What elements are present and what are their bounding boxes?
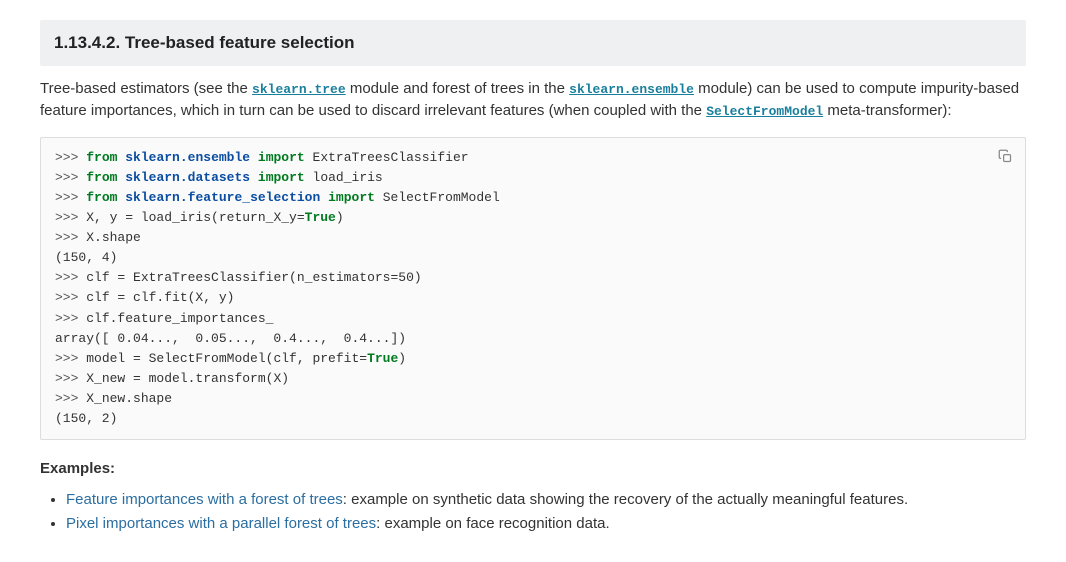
intro-text: Tree-based estimators (see the (40, 80, 252, 97)
list-item: Feature importances with a forest of tre… (66, 489, 1026, 512)
example-desc: : example on synthetic data showing the … (343, 491, 908, 508)
code-block: >>> from sklearn.ensemble import ExtraTr… (40, 137, 1026, 441)
section-heading: 1.13.4.2. Tree-based feature selection (40, 20, 1026, 66)
copy-button[interactable] (993, 146, 1017, 170)
example-desc: : example on face recognition data. (376, 515, 609, 532)
intro-text: module and forest of trees in the (346, 80, 569, 97)
intro-paragraph: Tree-based estimators (see the sklearn.t… (40, 78, 1026, 123)
copy-icon (998, 149, 1013, 167)
list-item: Pixel importances with a parallel forest… (66, 513, 1026, 536)
examples-label: Examples: (40, 458, 1026, 481)
example-link-pixel-importances[interactable]: Pixel importances with a parallel forest… (66, 515, 376, 532)
api-link-selectfrommodel[interactable]: SelectFromModel (706, 104, 823, 119)
intro-text: meta-transformer): (823, 102, 951, 119)
example-link-forest-trees[interactable]: Feature importances with a forest of tre… (66, 491, 343, 508)
code-content: >>> from sklearn.ensemble import ExtraTr… (55, 148, 1011, 430)
examples-list: Feature importances with a forest of tre… (40, 489, 1026, 536)
api-link-sklearn-ensemble[interactable]: sklearn.ensemble (569, 82, 694, 97)
api-link-sklearn-tree[interactable]: sklearn.tree (252, 82, 346, 97)
